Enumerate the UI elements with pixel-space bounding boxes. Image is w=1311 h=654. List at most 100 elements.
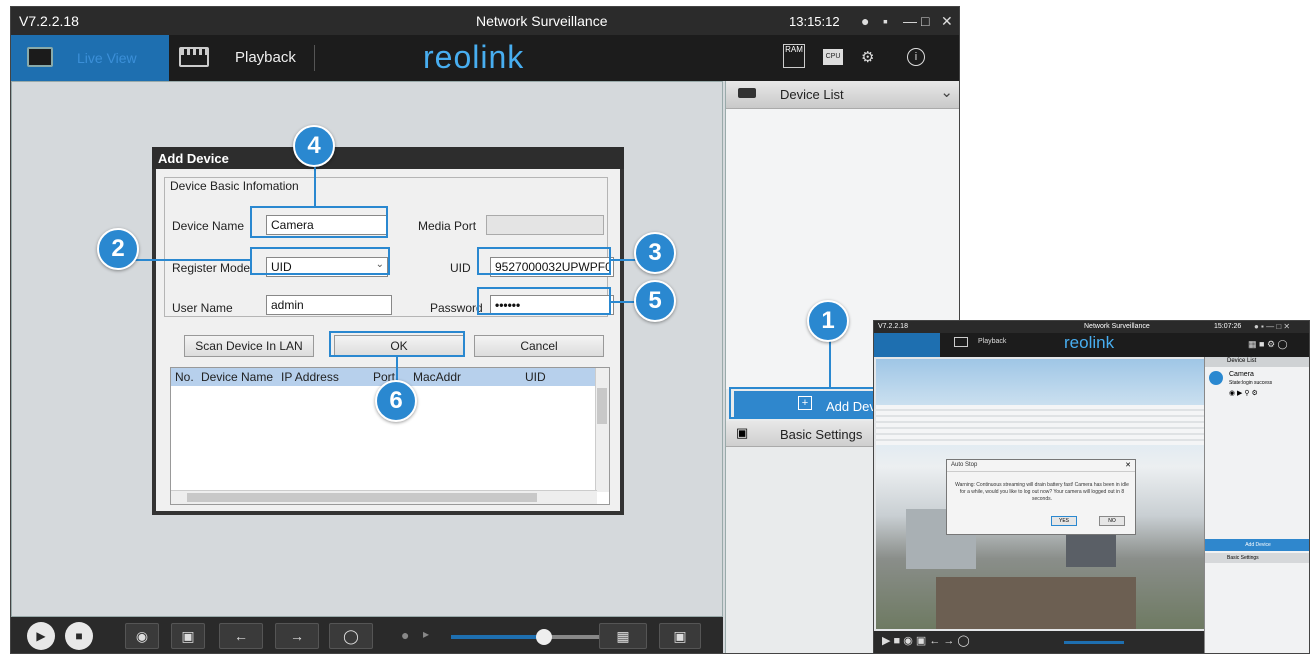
globe-icon[interactable]: ● [861,13,869,29]
minimize-icon[interactable]: — [903,13,917,29]
cancel-button[interactable]: Cancel [474,335,604,357]
bottom-toolbar: ▶ ■ ◉ ▣ ← → ◯ ● ▸ ▦ ▣ [11,617,723,653]
inset-title-bar: V7.2.2.18 Network Surveillance 15:07:26 … [874,321,1309,333]
gear-icon[interactable]: ⚙ [861,48,874,66]
chevron-down-icon: ⌄ [940,84,953,101]
scan-device-button[interactable]: Scan Device In LAN [184,335,314,357]
callout-badge-3: 3 [634,232,676,274]
cpu-icon[interactable]: CPU [823,49,843,65]
inset-clock: 15:07:26 [1214,323,1242,330]
vertical-scrollbar[interactable] [595,368,609,492]
inset-bottom-toolbar: ▶ ■ ◉ ▣ ← → ◯ [874,631,1204,653]
inset-nav: Playback reolink ▦ ■ ⚙ ◯ [874,333,1309,357]
media-port-field[interactable] [486,215,604,235]
page: V7.2.2.18 Network Surveillance 13:15:12 … [0,0,1311,654]
highlight-uid [477,247,611,275]
prev-button[interactable]: ← [219,623,263,649]
maximize-icon[interactable]: □ [921,13,929,29]
settings-camera-icon: ▣ [736,425,749,440]
close-icon[interactable]: ✕ [941,13,953,29]
live-view-icon [27,47,53,67]
tab-live-view-label: Live View [77,50,137,66]
pip-icon[interactable]: ▪ [883,13,888,29]
user-name-label: User Name [172,301,233,315]
dialog-title: Add Device [152,147,624,169]
inset-camera-actions-icons[interactable]: ◉ ▶ ⚲ ⚙ [1229,389,1258,397]
password-label: Password [430,301,483,315]
stop-button[interactable]: ■ [65,622,93,650]
highlight-password [477,287,611,315]
inset-camera-name[interactable]: Camera [1229,371,1254,378]
inset-device-list-header[interactable]: Device List [1205,357,1309,367]
callout-badge-1: 1 [807,300,849,342]
window-title: Network Surveillance [476,13,608,29]
callout-line-4 [314,167,316,207]
inset-tab-live-view[interactable] [874,333,940,357]
inset-tab-playback[interactable]: Playback [978,338,1006,345]
layout-button[interactable]: ▦ [599,623,647,649]
device-list-label: Device List [780,87,844,102]
user-name-field[interactable] [266,295,392,315]
inset-version: V7.2.2.18 [878,323,908,330]
tab-live-view[interactable]: Live View [11,35,169,81]
close-icon[interactable]: ✕ [1125,461,1131,469]
device-name-label: Device Name [172,219,245,233]
uid-label: UID [450,261,471,275]
device-list-icon [738,88,756,98]
highlight-device-name [250,206,388,238]
group-label: Device Basic Infomation [168,179,301,193]
record-button[interactable]: ▣ [171,623,205,649]
register-mode-label: Register Mode [172,261,251,275]
inset-window-controls-icon[interactable]: ● ▪ — □ ✕ [1254,322,1290,331]
inset-camera-status: State:login success [1229,380,1273,386]
app-version: V7.2.2.18 [19,13,79,29]
reolink-logo: reolink [423,39,525,75]
col-uid[interactable]: UID [525,370,546,384]
fullscreen-button[interactable]: ▣ [659,623,701,649]
media-port-label: Media Port [418,219,477,233]
highlight-register-mode [250,247,390,275]
view-mode-button[interactable]: ◯ [329,623,373,649]
tab-playback[interactable]: Playback [173,35,313,81]
inset-right-panel: Device List Camera State:login success ◉… [1204,357,1309,653]
inset-yes-button[interactable]: YES [1051,516,1077,526]
inset-toolbar-controls[interactable]: ▶ ■ ◉ ▣ ← → ◯ [882,634,970,647]
snapshot-button[interactable]: ◉ [125,623,159,649]
horizontal-scrollbar[interactable] [171,490,597,504]
main-nav: Live View Playback reolink RAM CPU ⚙ i [11,35,959,81]
volume-slider-track[interactable] [544,635,601,639]
basic-settings-label: Basic Settings [780,427,863,442]
inset-add-device-button[interactable]: Add Device [1205,539,1309,551]
inset-volume-slider[interactable] [1064,641,1124,644]
inset-device-list-label: Device List [1227,358,1257,364]
microphone-icon[interactable]: ● [401,627,409,643]
inset-no-button[interactable]: NO [1099,516,1125,526]
callout-line-2 [119,259,251,261]
col-no[interactable]: No. [175,370,194,384]
inset-dialog-title: Auto Stop [947,460,1135,472]
callout-badge-6: 6 [375,380,417,422]
info-icon[interactable]: i [907,48,925,66]
device-list-header[interactable]: Device List ⌄ [726,81,959,109]
inset-playback-icon [954,337,968,347]
col-mac-addr[interactable]: MacAddr [413,370,461,384]
inset-basic-settings-header[interactable]: Basic Settings [1205,553,1309,563]
scroll-thumb[interactable] [597,388,607,424]
ram-icon[interactable]: RAM [783,44,805,68]
callout-badge-2: 2 [97,228,139,270]
tab-playback-label: Playback [235,49,296,66]
col-device-name[interactable]: Device Name [201,370,273,384]
volume-slider-handle[interactable] [536,629,552,645]
callout-badge-5: 5 [634,280,676,322]
speaker-icon[interactable]: ▸ [423,627,429,641]
play-button[interactable]: ▶ [27,622,55,650]
scroll-thumb[interactable] [187,493,537,502]
next-button[interactable]: → [275,623,319,649]
inset-dialog-text: Warning: Continuous streaming will drain… [955,482,1129,502]
volume-slider-fill[interactable] [451,635,544,639]
col-ip-address[interactable]: IP Address [281,370,339,384]
inset-toolbar-icons[interactable]: ▦ ■ ⚙ ◯ [1248,339,1288,350]
inset-house-siding [876,405,1204,445]
inset-window-title: Network Surveillance [1084,323,1150,330]
inset-auto-stop-dialog: Auto Stop ✕ Warning: Continuous streamin… [946,459,1136,535]
